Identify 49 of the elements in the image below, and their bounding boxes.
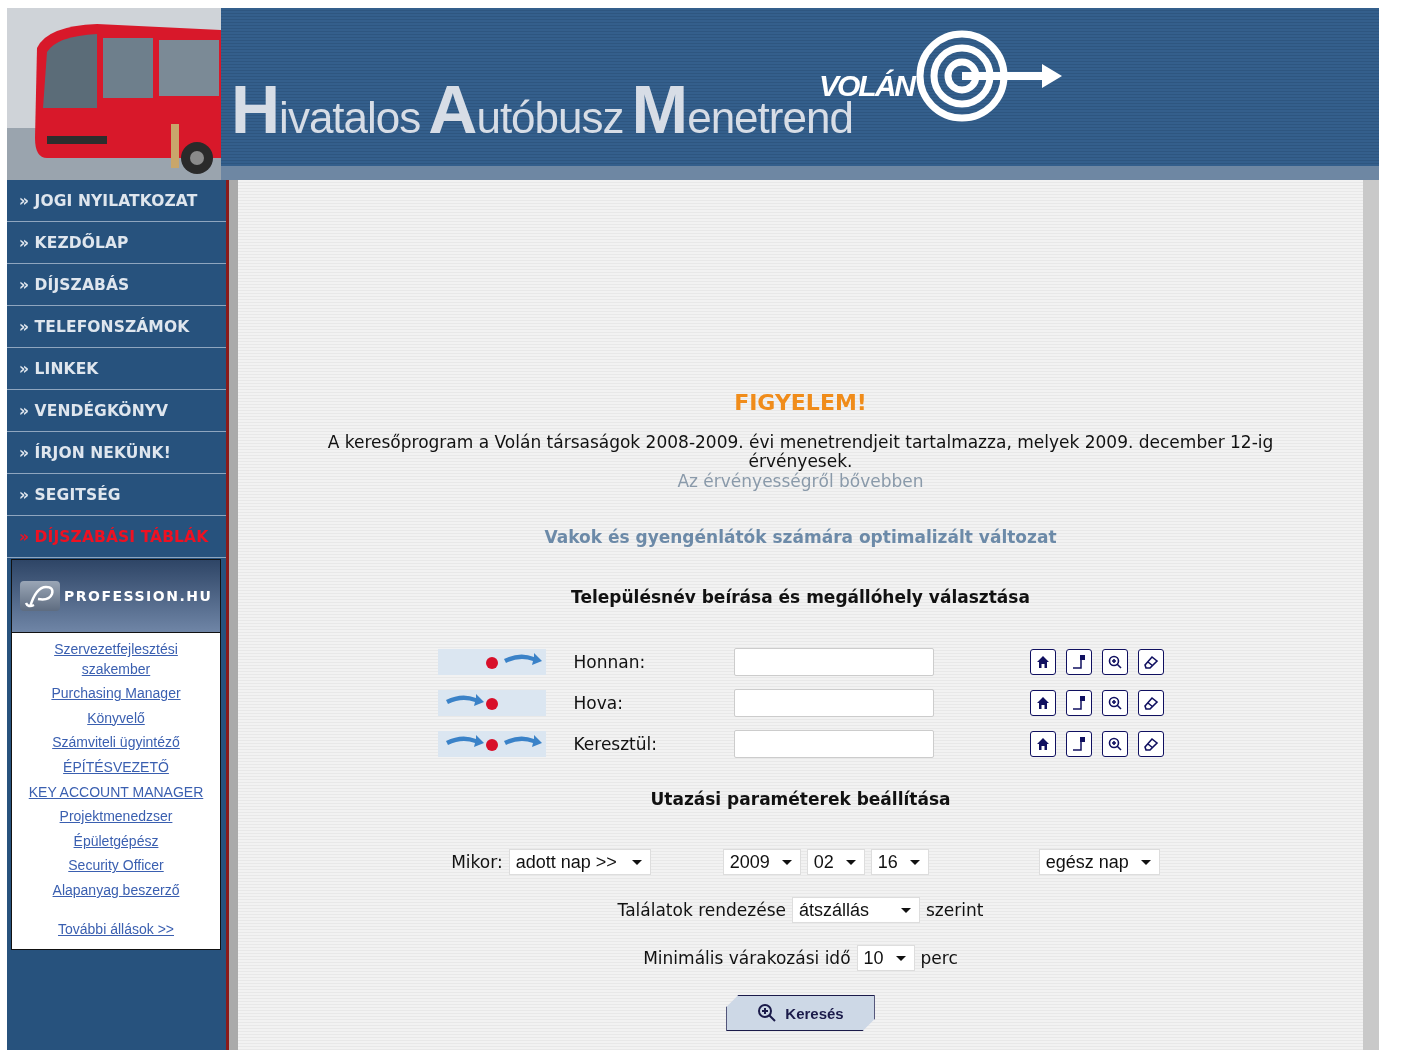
home-icon[interactable] <box>1029 731 1056 757</box>
job-link[interactable]: Könyvelő <box>41 708 191 729</box>
job-link[interactable]: ÉPÍTÉSVEZETŐ <box>41 757 191 778</box>
sort-dropdown[interactable]: átszállás <box>792 897 920 923</box>
wait-dropdown[interactable]: 10 <box>856 945 915 971</box>
stop-sign-icon[interactable] <box>1065 649 1092 675</box>
notice-text: A keresőprogram a Volán társaságok 2008-2009. évi menetrendjeit tartalmazza, melyek 2009. december 12-ig érvényesek. <box>326 433 1275 471</box>
stop-input-field[interactable] <box>733 648 934 676</box>
profession-logo-text: PROFESSION.HU <box>64 588 213 604</box>
job-link[interactable]: Security Officer <box>41 856 191 876</box>
eraser-icon[interactable] <box>1137 731 1164 757</box>
stop-label: Hova: <box>573 693 624 713</box>
month-dropdown[interactable]: 02 <box>806 849 865 875</box>
period-dropdown[interactable]: egész nap <box>1038 849 1160 875</box>
wait-label: Minimális várakozási idő <box>643 948 851 968</box>
job-link[interactable]: Számviteli ügyintéző <box>41 733 191 753</box>
day-dropdown[interactable]: 16 <box>870 849 929 875</box>
when-label: Mikor: <box>451 852 503 872</box>
stop-sign-icon[interactable] <box>1065 690 1092 716</box>
more-jobs-link[interactable]: További állások >> <box>41 919 191 940</box>
mode-dropdown[interactable]: adott nap >> <box>508 849 651 875</box>
eraser-icon[interactable] <box>1137 649 1164 675</box>
eraser-icon[interactable] <box>1137 690 1164 716</box>
zoom-in-icon[interactable] <box>1101 731 1128 757</box>
zoom-in-icon[interactable] <box>1101 649 1128 675</box>
home-icon[interactable] <box>1029 649 1056 675</box>
script-p-icon <box>20 581 60 611</box>
job-link[interactable]: Épületgépész <box>41 831 191 852</box>
section-heading: Településnév beírása és megállóhely választása <box>571 587 1030 607</box>
sort-label: Találatok rendezése <box>617 900 786 920</box>
zoom-in-icon <box>757 1003 778 1023</box>
stop-input-field[interactable] <box>733 689 934 717</box>
home-icon[interactable] <box>1029 690 1056 716</box>
job-link[interactable]: Szervezetfejlesztési szakember <box>41 640 191 680</box>
job-link[interactable]: Purchasing Manager <box>41 684 191 704</box>
stop-label: Honnan: <box>573 652 647 672</box>
stop-input-field[interactable] <box>733 730 934 758</box>
sort-suffix: szerint <box>926 900 984 920</box>
year-dropdown[interactable]: 2009 <box>722 849 801 875</box>
search-button[interactable]: Keresés <box>726 995 875 1031</box>
stop-label: Keresztül: <box>573 734 658 754</box>
job-link[interactable]: KEY ACCOUNT MANAGER <box>28 782 204 803</box>
zoom-in-icon[interactable] <box>1101 690 1128 716</box>
stop-sign-icon[interactable] <box>1065 731 1092 757</box>
section-heading: Utazási paraméterek beállítása <box>650 789 951 809</box>
job-link[interactable]: Projektmenedzser <box>41 807 191 827</box>
job-link[interactable]: Alapanyag beszerző <box>41 880 191 901</box>
notice-title: FIGYELEM! <box>734 390 867 415</box>
wait-suffix: perc <box>920 948 958 968</box>
